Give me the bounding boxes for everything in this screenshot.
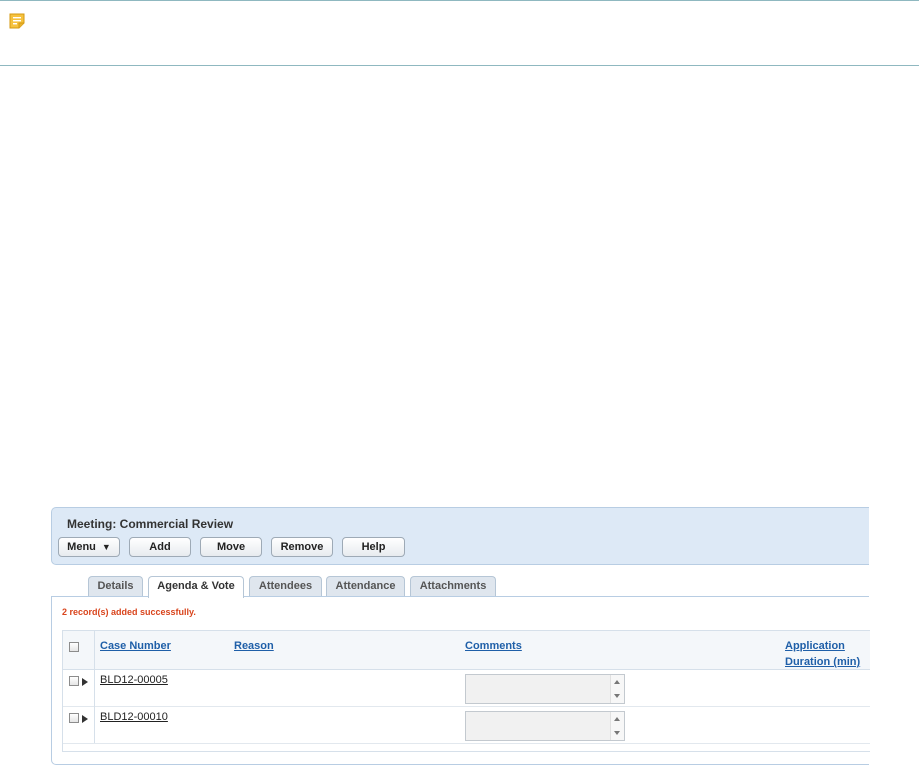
triangle-right-icon[interactable] bbox=[82, 678, 88, 686]
tab-attendance[interactable]: Attendance bbox=[326, 576, 405, 596]
column-application-duration[interactable]: Application Duration (min) bbox=[785, 638, 860, 670]
column-comments[interactable]: Comments bbox=[465, 638, 522, 654]
comments-textarea[interactable] bbox=[465, 674, 625, 704]
page-title: Meeting: Commercial Review bbox=[67, 517, 234, 531]
move-button[interactable]: Move bbox=[200, 537, 262, 557]
meeting-header: Meeting: Commercial Review Menu ▼ Add Mov… bbox=[51, 507, 869, 565]
column-divider bbox=[94, 631, 95, 743]
menu-button-label: Menu bbox=[67, 541, 96, 553]
scroll-down-icon[interactable] bbox=[614, 731, 620, 735]
tab-attachments[interactable]: Attachments bbox=[410, 576, 496, 596]
chevron-down-icon: ▼ bbox=[101, 542, 111, 552]
tab-agenda-vote[interactable]: Agenda & Vote bbox=[148, 576, 244, 598]
scroll-up-icon[interactable] bbox=[614, 717, 620, 721]
comments-textarea[interactable] bbox=[465, 711, 625, 741]
column-case-number[interactable]: Case Number bbox=[100, 638, 171, 654]
comments-scrollbar[interactable] bbox=[610, 675, 624, 703]
remove-button[interactable]: Remove bbox=[271, 537, 333, 557]
column-duration-line2: Duration (min) bbox=[785, 656, 861, 668]
column-duration-line1: Application bbox=[785, 640, 845, 652]
case-number-link[interactable]: BLD12-00005 bbox=[100, 674, 168, 686]
tab-details[interactable]: Details bbox=[88, 576, 143, 596]
success-message: 2 record(s) added successfully. bbox=[62, 607, 196, 617]
table-row: BLD12-00010 bbox=[63, 707, 870, 744]
tab-attendees[interactable]: Attendees bbox=[249, 576, 322, 596]
comments-scrollbar[interactable] bbox=[610, 712, 624, 740]
table-header: Case Number Reason Comments Application … bbox=[63, 631, 870, 670]
note-bar bbox=[0, 0, 919, 66]
scroll-down-icon[interactable] bbox=[614, 694, 620, 698]
note-icon[interactable] bbox=[8, 12, 26, 30]
row-checkbox[interactable] bbox=[69, 676, 79, 686]
help-button[interactable]: Help bbox=[342, 537, 405, 557]
column-reason[interactable]: Reason bbox=[234, 638, 274, 654]
triangle-right-icon[interactable] bbox=[82, 715, 88, 723]
agenda-table: Case Number Reason Comments Application … bbox=[62, 630, 870, 752]
menu-button[interactable]: Menu ▼ bbox=[58, 537, 120, 557]
add-button[interactable]: Add bbox=[129, 537, 191, 557]
select-all-checkbox[interactable] bbox=[69, 642, 79, 652]
meeting-panel: Meeting: Commercial Review Menu ▼ Add Mov… bbox=[51, 507, 870, 765]
table-row: BLD12-00005 bbox=[63, 670, 870, 707]
tab-content: 2 record(s) added successfully. Case Num… bbox=[51, 596, 870, 765]
scroll-up-icon[interactable] bbox=[614, 680, 620, 684]
row-checkbox[interactable] bbox=[69, 713, 79, 723]
case-number-link[interactable]: BLD12-00010 bbox=[100, 711, 168, 723]
